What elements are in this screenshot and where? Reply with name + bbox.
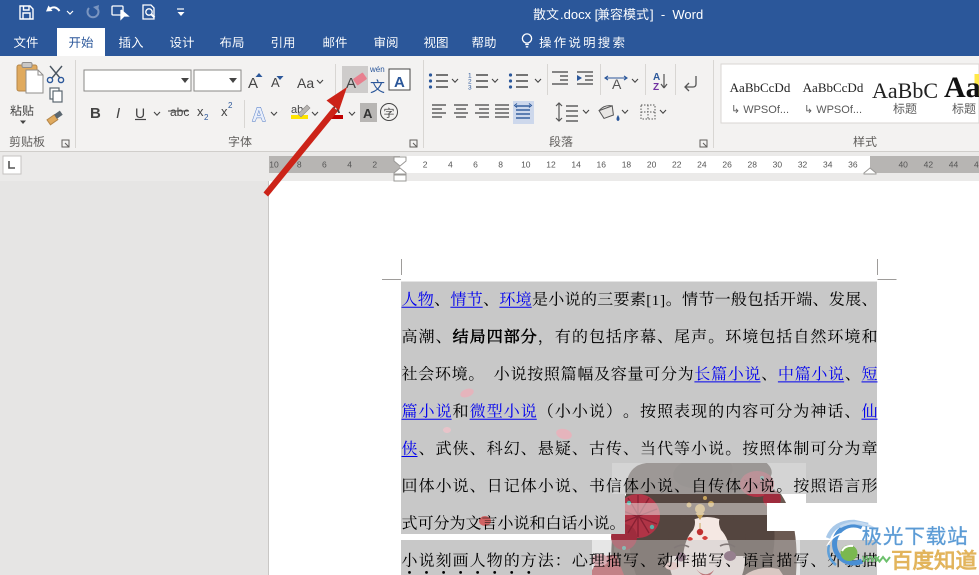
svg-text:I: I [116, 105, 120, 122]
svg-text:Z: Z [653, 82, 659, 93]
svg-text:30: 30 [773, 160, 783, 170]
svg-text:.docx [: .docx [ [560, 7, 599, 22]
svg-text:44: 44 [949, 160, 959, 170]
svg-text:1: 1 [652, 293, 660, 309]
svg-text:24: 24 [697, 160, 707, 170]
svg-text:10: 10 [269, 160, 279, 170]
svg-text:AaBbC: AaBbC [872, 78, 938, 103]
svg-text:16: 16 [597, 160, 607, 170]
svg-text:10: 10 [521, 160, 531, 170]
svg-text:40: 40 [898, 160, 908, 170]
svg-text:2: 2 [204, 113, 209, 122]
svg-text:Aa: Aa [944, 71, 979, 104]
svg-text:A: A [252, 105, 266, 126]
svg-text:34: 34 [823, 160, 833, 170]
svg-text:4: 4 [347, 160, 352, 170]
svg-text:8: 8 [297, 160, 302, 170]
svg-text:32: 32 [798, 160, 808, 170]
svg-text:36: 36 [848, 160, 858, 170]
svg-text:abc: abc [170, 105, 189, 119]
svg-text:3: 3 [468, 85, 472, 92]
svg-text:8: 8 [498, 160, 503, 170]
svg-text:6: 6 [322, 160, 327, 170]
svg-text:6: 6 [473, 160, 478, 170]
svg-text:2: 2 [423, 160, 428, 170]
svg-text:12: 12 [546, 160, 556, 170]
svg-text:]: ] [660, 293, 665, 309]
svg-text:A: A [248, 75, 258, 92]
svg-text:20: 20 [647, 160, 657, 170]
svg-text:↳ WPSOf...: ↳ WPSOf... [804, 104, 862, 116]
svg-text:x: x [221, 104, 228, 119]
svg-text:wén: wén [369, 65, 385, 74]
svg-text:A: A [394, 74, 405, 91]
svg-text:] - Word: ] - Word [650, 7, 703, 22]
svg-text:26: 26 [722, 160, 732, 170]
svg-text:[: [ [646, 293, 651, 309]
svg-text:46: 46 [974, 160, 979, 170]
svg-text:28: 28 [748, 160, 758, 170]
svg-text:A: A [363, 106, 373, 121]
svg-text:42: 42 [924, 160, 934, 170]
svg-text:AaBbCcDd: AaBbCcDd [730, 80, 791, 95]
svg-text:4: 4 [448, 160, 453, 170]
svg-text:2: 2 [228, 101, 233, 110]
svg-text:18: 18 [622, 160, 632, 170]
svg-text:↳ WPSOf...: ↳ WPSOf... [731, 104, 789, 116]
svg-text:x: x [197, 104, 204, 119]
svg-text:Aa: Aa [297, 75, 314, 91]
svg-text:14: 14 [571, 160, 581, 170]
svg-text:AaBbCcDd: AaBbCcDd [803, 80, 864, 95]
svg-text:B: B [90, 105, 101, 122]
svg-text:2: 2 [372, 160, 377, 170]
svg-text:A: A [346, 75, 356, 92]
svg-text:22: 22 [672, 160, 682, 170]
svg-text:U: U [135, 105, 145, 121]
